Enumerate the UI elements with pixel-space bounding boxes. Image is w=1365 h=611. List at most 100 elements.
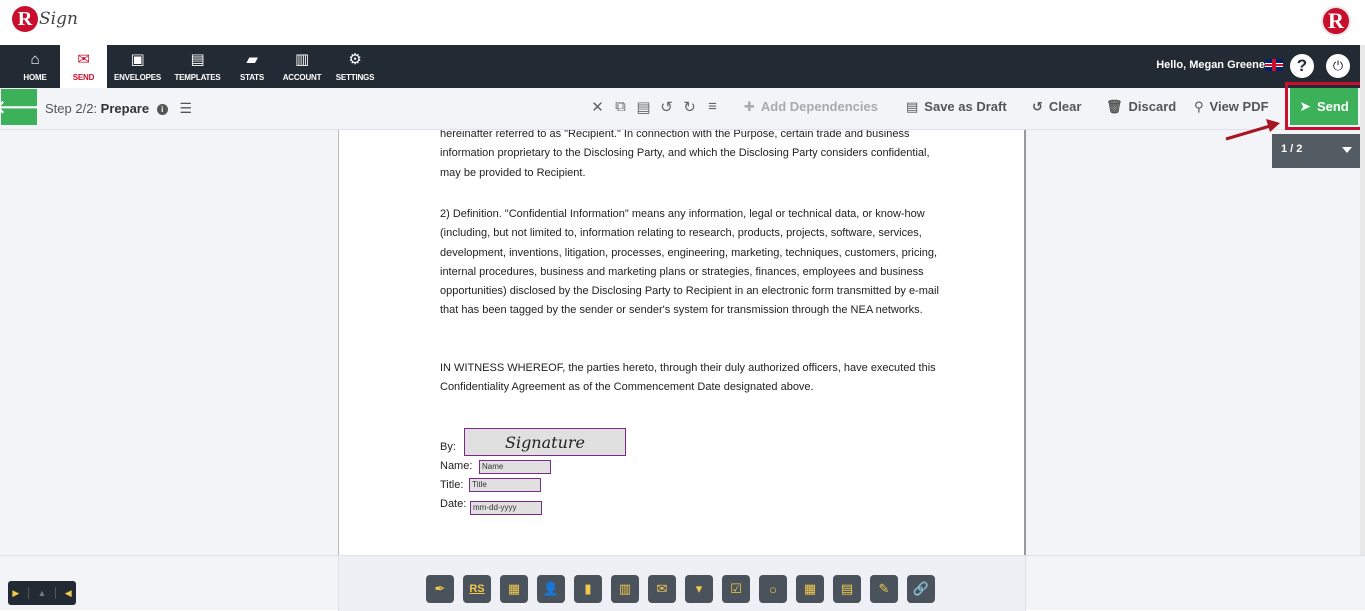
up-icon[interactable]: ▲ — [38, 588, 47, 598]
send-button[interactable]: ➤ Send — [1290, 88, 1358, 125]
brand-bar: R Sign R — [0, 0, 1365, 45]
step-name: Prepare — [100, 101, 150, 116]
discard-button[interactable]: 🗑 Discard — [1106, 99, 1176, 115]
nav-stats[interactable]: ▰ STATS — [232, 45, 272, 88]
view-pdf-button[interactable]: ⚲ View PDF — [1194, 99, 1269, 115]
nav-label: SEND — [72, 72, 95, 82]
paragraph: 2) Definition. "Confidential Information… — [440, 208, 939, 317]
title-field[interactable]: Title — [469, 478, 541, 492]
send-label: Send — [1316, 99, 1349, 114]
company-logo-icon: R — [1321, 6, 1351, 36]
label-tool-icon[interactable]: ✎ — [870, 575, 898, 603]
document-page: hereinafter referred to as "Recipient." … — [338, 130, 1026, 555]
nav-settings[interactable]: ⚙ SETTINGS — [332, 45, 378, 88]
align-icon[interactable]: ≡ — [705, 98, 720, 116]
stamp-tool-icon[interactable]: ▦ — [500, 575, 528, 603]
search-icon: ⚲ — [1194, 99, 1204, 114]
paragraph: hereinafter referred to as "Recipient." … — [440, 130, 930, 179]
gear-icon: ⚙ — [348, 50, 362, 68]
list-icon[interactable]: ☰ — [179, 100, 192, 116]
nav-label: STATS — [239, 72, 265, 82]
back-button[interactable]: 🡐 — [0, 89, 43, 125]
prev-page-icon[interactable]: ◀ — [65, 588, 72, 599]
edit-icons: ✕ ⧉ ▤ ↺ ↻ ≡ — [590, 98, 720, 116]
prepare-toolbar: 🡐 Step 2/2: Prepare i ☰ ✕ ⧉ ▤ ↺ ↻ ≡ ✚ Add… — [0, 88, 1360, 130]
nav-label: SETTINGS — [335, 72, 375, 82]
step-prefix: Step 2/2: — [45, 101, 98, 116]
nav-label: HOME — [23, 72, 47, 82]
logout-button[interactable]: ⏻ — [1326, 54, 1350, 78]
trash-icon: 🗑 — [1106, 99, 1123, 114]
email-tool-icon[interactable]: ✉ — [648, 575, 676, 603]
step-indicator: Step 2/2: Prepare i ☰ — [45, 100, 192, 117]
date-label: Date: — [440, 498, 467, 510]
paragraph: IN WITNESS WHEREOF, the parties hereto, … — [440, 362, 936, 394]
inbox-icon: ▣ — [130, 50, 145, 68]
user-greeting[interactable]: Hello, Megan Greene — [1156, 59, 1265, 71]
help-button[interactable]: ? — [1290, 54, 1314, 78]
add-dependencies-button[interactable]: ✚ Add Dependencies — [744, 99, 878, 115]
undo-icon: ↺ — [1032, 99, 1043, 114]
info-icon[interactable]: i — [156, 104, 168, 115]
nav-label: TEMPLATES — [174, 72, 221, 82]
checkbox-tool-icon[interactable]: ☑ — [722, 575, 750, 603]
name-label: Name: — [440, 460, 473, 472]
nav-home[interactable]: ⌂ HOME — [12, 45, 58, 88]
undo-icon[interactable]: ↺ — [659, 98, 674, 116]
page-number: 1 / 2 — [1281, 143, 1303, 155]
save-draft-label: Save as Draft — [924, 99, 1007, 114]
date-field[interactable]: mm-dd-yyyy — [470, 501, 542, 515]
home-icon: ⌂ — [30, 50, 40, 68]
paper-plane-icon: ➤ — [1299, 98, 1311, 114]
dropdown-tool-icon[interactable]: ▾ — [685, 575, 713, 603]
clear-label: Clear — [1048, 99, 1082, 114]
discard-label: Discard — [1128, 99, 1177, 114]
page-nav-controls: ▶ ▲ ◀ — [8, 581, 76, 605]
main-nav: ⌂ HOME ✉ SEND ▣ ENVELOPES ▤ TEMPLATES ▰ … — [0, 45, 1360, 88]
redo-icon[interactable]: ↻ — [682, 98, 697, 116]
clear-button[interactable]: ↺ Clear — [1032, 99, 1081, 115]
field-tools: ✒ RS ▦ 👤 ▮ ▥ ✉ ▾ ☑ ○ ▦ ▤ ✎ 🔗 — [426, 575, 935, 603]
hyperlink-tool-icon[interactable]: 🔗 — [907, 575, 935, 603]
page-selector[interactable]: 1 / 2 — [1272, 134, 1360, 168]
radio-tool-icon[interactable]: ○ — [759, 575, 787, 603]
initials-tool-icon[interactable]: RS — [463, 575, 491, 603]
nav-envelopes[interactable]: ▣ ENVELOPES — [110, 45, 165, 88]
by-label: By: — [440, 441, 456, 453]
name-field[interactable]: Name — [479, 460, 551, 474]
nav-label: ACCOUNT — [282, 72, 322, 82]
title-label: Title: — [440, 479, 464, 491]
title-tool-icon[interactable]: ▮ — [574, 575, 602, 603]
company-tool-icon[interactable]: ▥ — [611, 575, 639, 603]
chevron-down-icon — [1342, 147, 1352, 153]
puzzle-icon: ✚ — [744, 99, 755, 114]
scrollbar[interactable] — [1360, 45, 1365, 555]
envelope-icon: ✉ — [77, 50, 90, 68]
signature-tool-icon[interactable]: ✒ — [426, 575, 454, 603]
templates-icon: ▤ — [190, 50, 205, 68]
name-tool-icon[interactable]: 👤 — [537, 575, 565, 603]
paste-icon[interactable]: ▤ — [636, 98, 651, 116]
nav-account[interactable]: ▥ ACCOUNT — [278, 45, 326, 88]
rsign-logo[interactable]: R Sign — [12, 6, 78, 32]
add-dependencies-label: Add Dependencies — [760, 99, 878, 114]
next-page-icon[interactable]: ▶ — [12, 588, 19, 599]
nav-label: ENVELOPES — [113, 72, 162, 82]
save-as-draft-button[interactable]: ▤ Save as Draft — [906, 99, 1007, 115]
signature-field[interactable]: Signature — [464, 428, 626, 456]
uk-flag-icon[interactable] — [1265, 59, 1283, 71]
nav-send[interactable]: ✉ SEND — [60, 45, 107, 88]
logo-letter: R — [12, 6, 38, 32]
arrow-left-icon: 🡐 — [0, 96, 44, 117]
briefcase-icon: ▰ — [246, 50, 258, 68]
delete-icon[interactable]: ✕ — [590, 98, 605, 116]
bottom-bar: ▶ ▲ ◀ ✒ RS ▦ 👤 ▮ ▥ ✉ ▾ ☑ ○ ▦ ▤ ✎ 🔗 — [0, 555, 1365, 611]
nav-templates[interactable]: ▤ TEMPLATES — [169, 45, 226, 88]
file-icon: ▤ — [906, 99, 919, 114]
logo-text: Sign — [39, 9, 78, 29]
text-tool-icon[interactable]: ▤ — [833, 575, 861, 603]
view-pdf-label: View PDF — [1209, 99, 1269, 114]
date-tool-icon[interactable]: ▦ — [796, 575, 824, 603]
copy-icon[interactable]: ⧉ — [613, 98, 628, 116]
account-icon: ▥ — [295, 50, 309, 68]
